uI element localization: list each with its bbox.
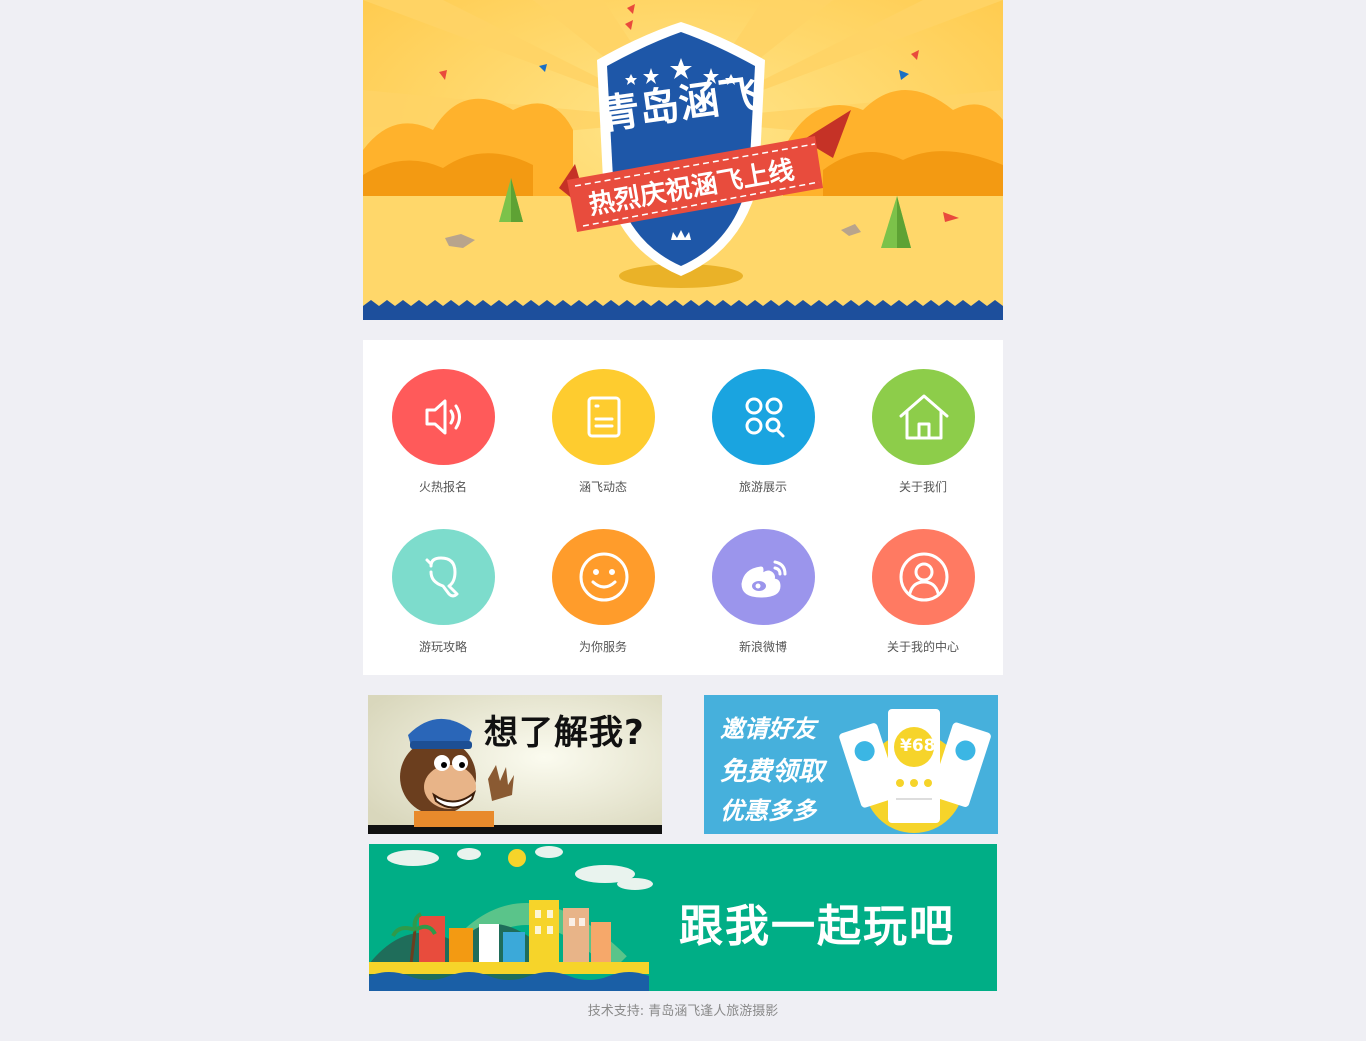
menu-item-travel-showcase[interactable]: 旅游展示 (683, 340, 843, 500)
hero-banner[interactable]: 青岛涵飞 热烈庆祝涵飞上线 (363, 0, 1003, 320)
promo-invite-line1: 邀请好友 (720, 715, 816, 743)
user-icon (872, 529, 975, 625)
menu-item-label: 游玩攻略 (418, 640, 467, 654)
speaker-icon (392, 369, 495, 465)
menu-item-news[interactable]: 涵飞动态 (523, 340, 683, 500)
promo-about-me-title: 想了解我? (484, 713, 645, 753)
promo-invite-friends[interactable]: ¥68 邀请好友 免费领取 优惠多多 (704, 695, 998, 834)
menu-item-label: 涵飞动态 (578, 480, 627, 494)
menu-item-label: 关于我们 (898, 480, 947, 494)
hero-illustration: 青岛涵飞 热烈庆祝涵飞上线 (363, 0, 1003, 320)
menu-item-label: 火热报名 (418, 480, 467, 494)
menu-item-travel-guide[interactable]: 游玩攻略 (363, 500, 523, 660)
smile-icon (552, 529, 655, 625)
menu-item-label: 为你服务 (578, 640, 627, 654)
menu-item-about-us[interactable]: 关于我们 (843, 340, 1003, 500)
menu-item-signup[interactable]: 火热报名 (363, 340, 523, 500)
menu-grid: 火热报名 涵飞动态 旅游展示 关于我们 游玩攻略 为你服务 新浪微博 关于我的中… (363, 340, 1003, 675)
menu-item-label: 旅游展示 (738, 480, 787, 494)
menu-item-service[interactable]: 为你服务 (523, 500, 683, 660)
promo-play-title: 跟我一起玩吧 (679, 901, 955, 952)
promo-play-with-me[interactable]: 跟我一起玩吧 (369, 844, 997, 991)
promo-about-me[interactable]: 想了解我? (368, 695, 662, 834)
weibo-icon (712, 529, 815, 625)
promo-invite-line3: 优惠多多 (720, 797, 816, 825)
menu-item-label: 关于我的中心 (886, 640, 959, 654)
coupon-price: ¥68 (900, 736, 936, 756)
menu-item-label: 新浪微博 (738, 640, 787, 654)
menu-item-weibo[interactable]: 新浪微博 (683, 500, 843, 660)
promo-invite-line2: 免费领取 (720, 757, 825, 787)
apps-search-icon (712, 369, 815, 465)
menu-item-my-center[interactable]: 关于我的中心 (843, 500, 1003, 660)
home-icon (872, 369, 975, 465)
document-icon (552, 369, 655, 465)
guide-icon (392, 529, 495, 625)
footer-credit: 技术支持: 青岛涵飞逢人旅游摄影 (587, 1004, 779, 1019)
